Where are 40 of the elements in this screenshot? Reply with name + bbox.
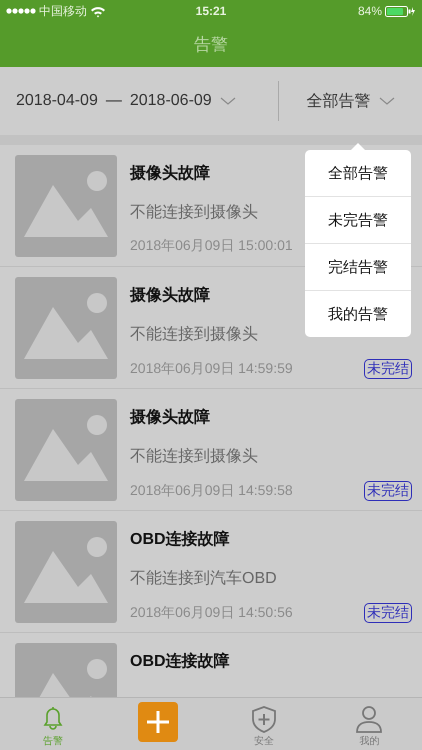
signal-icon <box>6 7 36 15</box>
alarm-title: 摄像头故障 <box>130 407 210 428</box>
page-title: 告警 <box>194 34 228 56</box>
battery-icon <box>385 6 416 16</box>
alarm-time: 2018年06月09日 14:50:56 <box>130 604 293 622</box>
alarm-title: 摄像头故障 <box>130 285 210 306</box>
shield-plus-icon <box>250 705 278 733</box>
chevron-down-icon <box>220 96 236 106</box>
image-placeholder-icon <box>15 399 117 501</box>
image-placeholder-icon <box>15 277 117 379</box>
alarm-time: 2018年06月09日 15:00:01 <box>130 237 293 255</box>
alarm-description: 不能连接到摄像头 <box>130 446 258 467</box>
category-filter[interactable]: 全部告警 <box>306 90 370 112</box>
date-separator: — <box>106 92 122 110</box>
carrier-name: 中国移动 <box>39 2 87 20</box>
menu-item[interactable]: 我的告警 <box>305 290 411 337</box>
chevron-down-icon <box>378 96 394 106</box>
menu-item[interactable]: 完结告警 <box>305 243 411 290</box>
alarm-time: 2018年06月09日 14:59:58 <box>130 482 293 500</box>
clock-time: 15:21 <box>196 4 226 18</box>
battery-percent: 84% <box>358 4 382 18</box>
alarm-title: OBD连接故障 <box>130 529 230 550</box>
menu-item[interactable]: 全部告警 <box>305 150 411 196</box>
alarm-description: 不能连接到摄像头 <box>130 202 258 223</box>
status-tag: 未完结 <box>364 481 412 501</box>
status-tag: 未完结 <box>364 359 412 379</box>
start-date[interactable]: 2018-04-09 <box>16 92 98 110</box>
person-icon <box>355 705 384 733</box>
alarm-title: OBD连接故障 <box>130 651 230 672</box>
alarm-description: 不能连接到摄像头 <box>130 324 258 345</box>
image-placeholder-icon <box>15 155 117 257</box>
end-date[interactable]: 2018-06-09 <box>130 92 212 110</box>
status-tag: 未完结 <box>364 603 412 623</box>
image-placeholder-icon <box>15 521 117 623</box>
add-button[interactable] <box>138 702 178 742</box>
alarm-time: 2018年06月09日 14:59:59 <box>130 360 293 378</box>
alarm-title: 摄像头故障 <box>130 163 210 184</box>
menu-item[interactable]: 未完告警 <box>305 196 411 243</box>
wifi-icon <box>90 4 106 18</box>
alarm-description: 不能连接到汽车OBD <box>130 568 277 589</box>
